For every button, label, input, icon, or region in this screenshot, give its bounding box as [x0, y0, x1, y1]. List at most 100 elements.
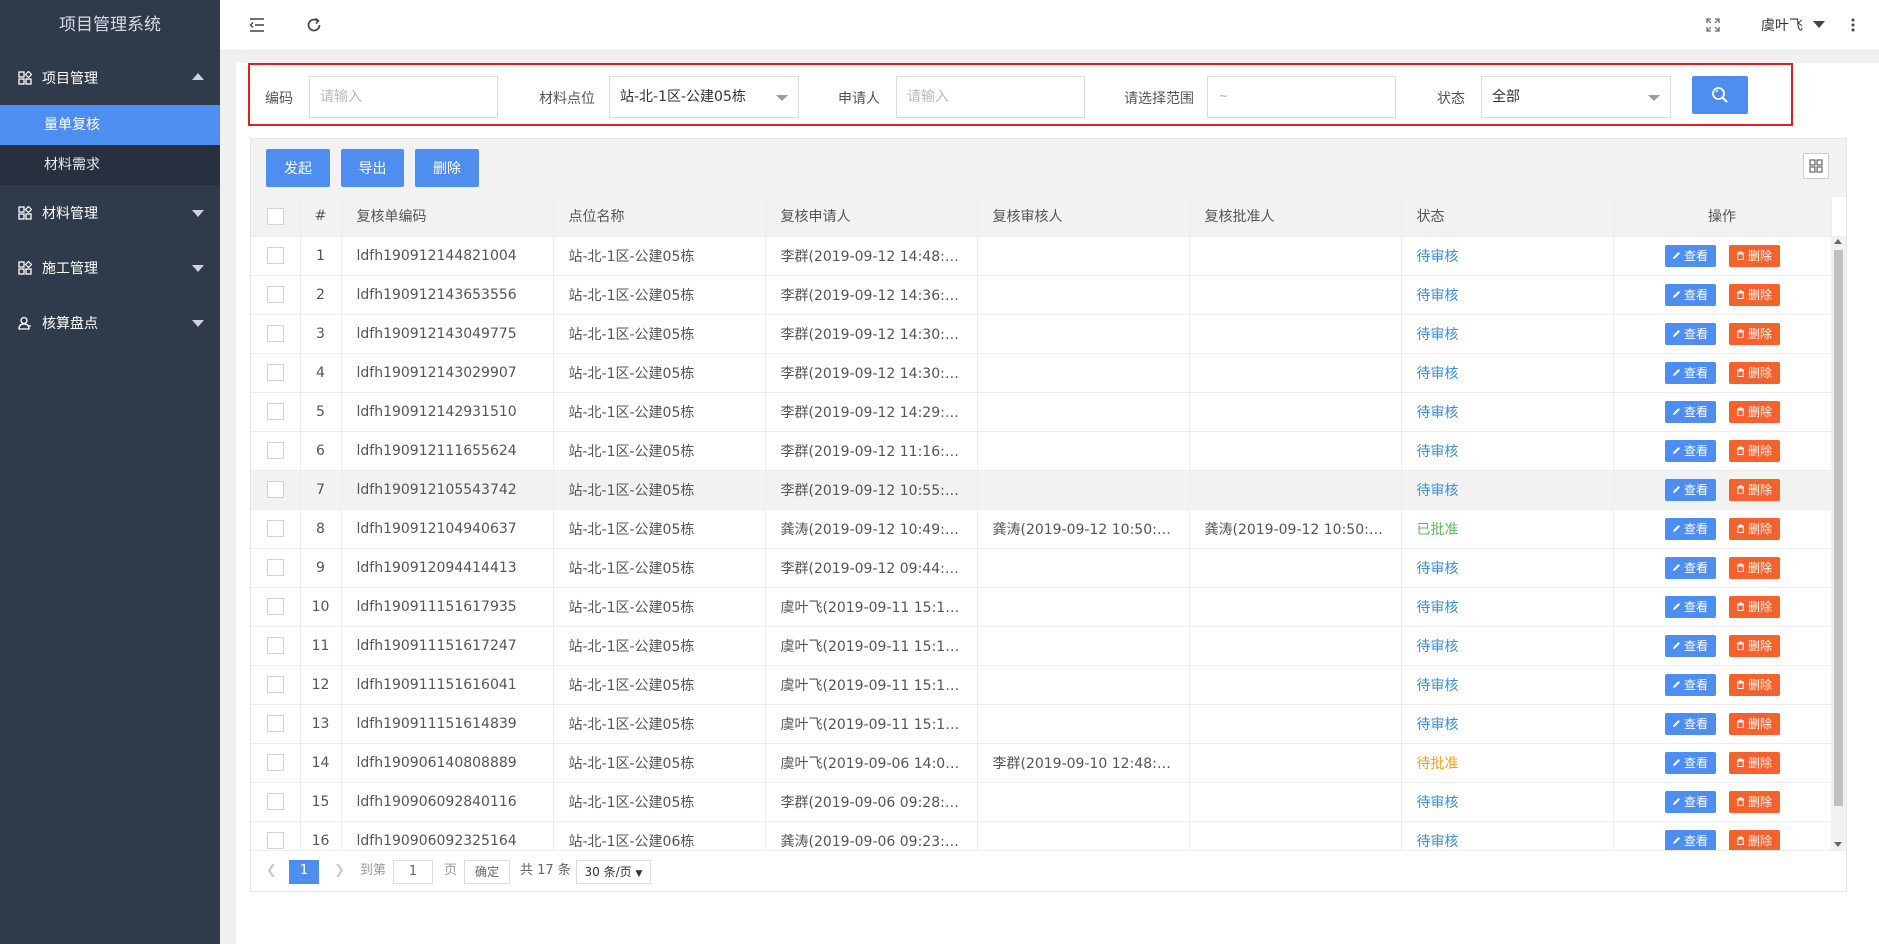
view-button[interactable]: 查看 [1664, 439, 1716, 462]
row-checkbox[interactable] [251, 626, 301, 666]
table-row[interactable]: 2 ldfh190912143653556 站-北-1区-公建05栋 李群(2019-… [251, 275, 1832, 315]
row-checkbox[interactable] [251, 470, 301, 510]
next-page-icon[interactable]: ❯ [334, 860, 345, 884]
scroll-down-icon[interactable] [1834, 842, 1842, 847]
edit-icon [1672, 798, 1680, 805]
row-checkbox[interactable] [251, 236, 301, 276]
refresh-icon[interactable] [303, 14, 325, 36]
table-row[interactable]: 6 ldfh190912111655624 站-北-1区-公建05栋 李群(2019-… [251, 431, 1832, 471]
row-checkbox[interactable] [251, 392, 301, 432]
row-delete-button[interactable]: 删除 [1728, 400, 1780, 423]
table-row[interactable]: 5 ldfh190912142931510 站-北-1区-公建05栋 李群(2019-… [251, 392, 1832, 432]
row-checkbox[interactable] [251, 353, 301, 393]
row-delete-button[interactable]: 删除 [1728, 790, 1780, 813]
table-row[interactable]: 15 ldfh190906092840116 站-北-1区-公建05栋 李群(2019… [251, 782, 1832, 822]
top-header: 虞叶飞 [220, 0, 1879, 51]
table-row[interactable]: 7 ldfh190912105543742 站-北-1区-公建05栋 李群(2019-… [251, 470, 1832, 510]
export-button[interactable]: 导出 [341, 149, 404, 187]
view-button[interactable]: 查看 [1664, 829, 1716, 850]
range-picker[interactable]: ~ [1207, 76, 1396, 118]
table-row[interactable]: 8 ldfh190912104940637 站-北-1区-公建05栋 龚涛(2019-… [251, 509, 1832, 549]
delete-button[interactable]: 删除 [415, 149, 479, 187]
table-row[interactable]: 4 ldfh190912143029907 站-北-1区-公建05栋 李群(2019-… [251, 353, 1832, 393]
sidebar-item-material-demand[interactable]: 材料需求 [0, 145, 220, 185]
row-delete-button[interactable]: 删除 [1728, 283, 1780, 306]
applicant-input[interactable] [896, 76, 1085, 118]
collapse-menu-icon[interactable] [246, 14, 268, 36]
table-row[interactable]: 1 ldfh190912144821004 站-北-1区-公建05栋 李群(2019-… [251, 236, 1832, 276]
row-checkbox[interactable] [251, 821, 301, 850]
status-select[interactable]: 全部 [1481, 76, 1671, 118]
row-delete-button[interactable]: 删除 [1728, 712, 1780, 735]
row-checkbox[interactable] [251, 704, 301, 744]
row-delete-button[interactable]: 删除 [1728, 322, 1780, 345]
row-delete-button[interactable]: 删除 [1728, 361, 1780, 384]
chevron-down-icon[interactable] [1813, 21, 1825, 28]
menu-project-management[interactable]: 项目管理 [0, 50, 220, 105]
page-size-select[interactable]: 30 条/页 ▼ [576, 860, 651, 884]
row-delete-button[interactable]: 删除 [1728, 439, 1780, 462]
menu-accounting-inventory[interactable]: 核算盘点 [0, 295, 220, 350]
material-point-select[interactable]: 站-北-1区-公建05栋 [609, 76, 799, 118]
menu-material-management[interactable]: 材料管理 [0, 185, 220, 240]
view-button[interactable]: 查看 [1664, 751, 1716, 774]
table-row[interactable]: 11 ldfh190911151617247 站-北-1区-公建05栋 虞叶飞(201… [251, 626, 1832, 666]
row-delete-button[interactable]: 删除 [1728, 478, 1780, 501]
view-button[interactable]: 查看 [1664, 634, 1716, 657]
row-delete-button[interactable]: 删除 [1728, 829, 1780, 850]
row-checkbox[interactable] [251, 548, 301, 588]
view-button[interactable]: 查看 [1664, 673, 1716, 696]
vertical-scrollbar[interactable] [1831, 236, 1846, 850]
row-checkbox[interactable] [251, 431, 301, 471]
row-checkbox[interactable] [251, 782, 301, 822]
view-button[interactable]: 查看 [1664, 790, 1716, 813]
prev-page-icon[interactable]: ❮ [266, 860, 277, 884]
table-row[interactable]: 10 ldfh190911151617935 站-北-1区-公建05栋 虞叶飞(201… [251, 587, 1832, 627]
initiate-button[interactable]: 发起 [266, 149, 330, 187]
view-button[interactable]: 查看 [1664, 244, 1716, 267]
row-delete-button[interactable]: 删除 [1728, 634, 1780, 657]
view-button[interactable]: 查看 [1664, 478, 1716, 501]
page-1[interactable]: 1 [289, 860, 319, 884]
search-form: 编码 材料点位 站-北-1区-公建05栋 申请人 请选择范围 ~ 状态 全部 [248, 63, 1793, 126]
scrollbar-thumb[interactable] [1834, 250, 1843, 806]
user-name[interactable]: 虞叶飞 [1761, 15, 1803, 35]
table-row[interactable]: 14 ldfh190906140808889 站-北-1区-公建05栋 虞叶飞(201… [251, 743, 1832, 783]
view-button[interactable]: 查看 [1664, 595, 1716, 618]
view-button[interactable]: 查看 [1664, 400, 1716, 423]
row-checkbox[interactable] [251, 509, 301, 549]
row-delete-button[interactable]: 删除 [1728, 595, 1780, 618]
row-checkbox[interactable] [251, 275, 301, 315]
row-delete-button[interactable]: 删除 [1728, 517, 1780, 540]
search-button[interactable] [1692, 76, 1748, 114]
table-row[interactable]: 16 ldfh190906092325164 站-北-1区-公建06栋 龚涛(2019… [251, 821, 1832, 850]
row-delete-button[interactable]: 删除 [1728, 244, 1780, 267]
row-checkbox[interactable] [251, 665, 301, 705]
code-input[interactable] [309, 76, 498, 118]
row-delete-button[interactable]: 删除 [1728, 751, 1780, 774]
table-row[interactable]: 13 ldfh190911151614839 站-北-1区-公建05栋 虞叶飞(201… [251, 704, 1832, 744]
view-button[interactable]: 查看 [1664, 556, 1716, 579]
more-vertical-icon[interactable] [1842, 14, 1864, 36]
view-button[interactable]: 查看 [1664, 517, 1716, 540]
table-row[interactable]: 12 ldfh190911151616041 站-北-1区-公建05栋 虞叶飞(201… [251, 665, 1832, 705]
row-delete-button[interactable]: 删除 [1728, 556, 1780, 579]
sidebar-item-quantity-review[interactable]: 量单复核 [0, 105, 220, 145]
scroll-up-icon[interactable] [1834, 239, 1842, 244]
goto-page-input[interactable]: 1 [393, 860, 433, 884]
view-button[interactable]: 查看 [1664, 712, 1716, 735]
goto-confirm-button[interactable]: 确定 [464, 860, 510, 884]
row-checkbox[interactable] [251, 314, 301, 354]
view-button[interactable]: 查看 [1664, 361, 1716, 384]
row-delete-button[interactable]: 删除 [1728, 673, 1780, 696]
column-settings-icon[interactable] [1803, 153, 1829, 179]
row-checkbox[interactable] [251, 587, 301, 627]
view-button[interactable]: 查看 [1664, 283, 1716, 306]
menu-construction-management[interactable]: 施工管理 [0, 240, 220, 295]
select-all-checkbox[interactable] [251, 197, 301, 237]
table-row[interactable]: 3 ldfh190912143049775 站-北-1区-公建05栋 李群(2019-… [251, 314, 1832, 354]
row-checkbox[interactable] [251, 743, 301, 783]
table-row[interactable]: 9 ldfh190912094414413 站-北-1区-公建05栋 李群(2019-… [251, 548, 1832, 588]
view-button[interactable]: 查看 [1664, 322, 1716, 345]
fullscreen-icon[interactable] [1702, 14, 1724, 36]
